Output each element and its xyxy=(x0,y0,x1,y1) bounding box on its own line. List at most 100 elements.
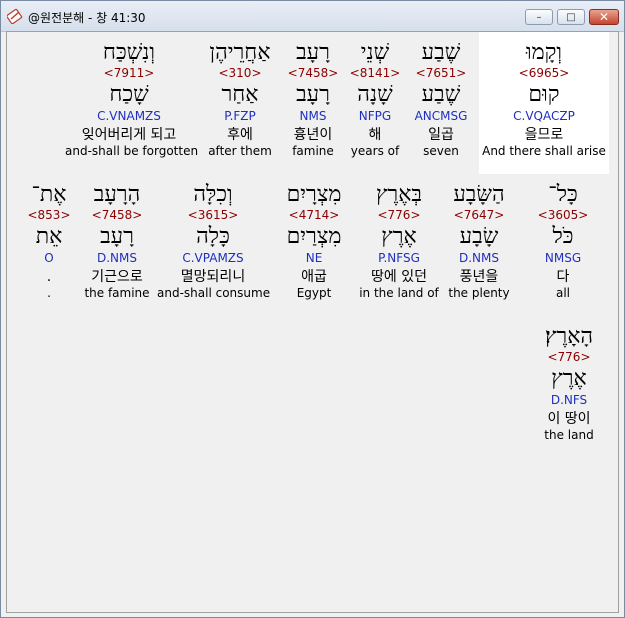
maximize-button[interactable]: □ xyxy=(557,9,585,25)
strong-number[interactable]: <7647> xyxy=(443,208,515,224)
lemma: אַחַר xyxy=(221,82,259,107)
word-cell[interactable]: שְׁנֵי <8141> שָׁנָה NFPG 해 years of xyxy=(345,32,405,174)
english-gloss: years of xyxy=(350,144,400,158)
hebrew-word: אֶת־ xyxy=(31,182,67,207)
interlinear-panel: וְקָמוּ <6965> קוּם C.VQACZP 을므로 And the… xyxy=(6,31,619,613)
english-gloss: famine xyxy=(292,144,334,158)
word-cell[interactable]: הָרָעָב <7458> רָעָב D.NMS 기근으로 the fami… xyxy=(81,174,153,316)
word-cell[interactable]: הַשָּׂבָע <7647> שָׂבָע D.NMS 풍년을 the pl… xyxy=(443,174,515,316)
korean-gloss: 풍년을 xyxy=(459,269,499,285)
lemma: שָׁנָה xyxy=(357,82,393,107)
minimize-icon: – xyxy=(536,11,542,23)
minimize-button[interactable]: – xyxy=(525,9,553,25)
hebrew-word: הַשָּׂבָע xyxy=(453,182,505,207)
morphology-code[interactable]: P.FZP xyxy=(203,108,277,126)
title-bar[interactable]: @원전분해 - 창 41:30 – □ ✕ xyxy=(1,1,624,32)
lemma: רָעָב xyxy=(100,224,134,249)
english-gloss: . xyxy=(47,286,51,300)
strong-number[interactable]: <6965> xyxy=(479,66,609,82)
morphology-code[interactable]: C.VNAMZS xyxy=(65,108,193,126)
english-gloss: the land xyxy=(544,428,594,442)
morphology-code[interactable]: NE xyxy=(277,250,351,268)
strong-number[interactable]: <7458> xyxy=(81,208,153,224)
korean-gloss: 땅에 있던 xyxy=(371,269,427,285)
lemma: קוּם xyxy=(528,82,560,107)
korean-gloss: 후에 xyxy=(227,127,253,143)
hebrew-word: שֶׁבַע xyxy=(421,40,461,65)
word-cell[interactable]: שֶׁבַע <7651> שֶׁבַע ANCMSG 일곱 seven xyxy=(405,32,477,174)
lemma: אֵת xyxy=(35,224,63,249)
korean-gloss: 잊어버리게 되고 xyxy=(81,127,177,143)
hebrew-word: בְּאֶרֶץ xyxy=(375,182,423,207)
morphology-code[interactable]: C.VQACZP xyxy=(479,108,609,126)
word-cell[interactable]: וְנִשְׁכַּח <7911> שָׁכַח C.VNAMZS 잊어버리게… xyxy=(65,32,199,174)
morphology-code[interactable]: NMS xyxy=(281,108,345,126)
strong-number[interactable]: <8141> xyxy=(345,66,405,82)
english-gloss: the plenty xyxy=(448,286,510,300)
lemma: אֶרֶץ xyxy=(381,224,417,249)
word-cell[interactable]: וְכִלָּה <3615> כָּלָה C.VPAMZS 멸망되리니 an… xyxy=(157,174,270,316)
hebrew-word: הָרָעָב xyxy=(93,182,141,207)
morphology-code[interactable]: D.NMS xyxy=(443,250,515,268)
lemma: אֶרֶץ xyxy=(551,366,587,391)
hebrew-word: וְנִשְׁכַּח xyxy=(102,40,156,65)
word-cell[interactable]: הָאָרֶץ׃ <776> אֶרֶץ D.NFS 이 땅이 the land xyxy=(529,316,609,458)
lemma: כָּלָה xyxy=(196,224,230,249)
morphology-code[interactable]: P.NFSG xyxy=(357,250,441,268)
strong-number[interactable]: <776> xyxy=(357,208,441,224)
strong-number[interactable]: <853> xyxy=(21,208,77,224)
strong-number[interactable]: <776> xyxy=(529,350,609,366)
english-gloss: Egypt xyxy=(296,286,332,300)
korean-gloss: 일곱 xyxy=(428,127,454,143)
strong-number[interactable]: <4714> xyxy=(277,208,351,224)
morphology-code[interactable]: C.VPAMZS xyxy=(157,250,269,268)
morphology-code[interactable]: D.NFS xyxy=(529,392,609,410)
word-cell[interactable]: כָּל־ <3605> כֹּל NMSG 다 all xyxy=(527,174,599,316)
hebrew-word: וְקָמוּ xyxy=(525,40,563,65)
hebrew-word: כָּל־ xyxy=(548,182,578,207)
word-cell[interactable]: רָעָב <7458> רָעָב NMS 흉년이 famine xyxy=(281,32,345,174)
english-gloss: and-shall be forgotten xyxy=(65,144,199,158)
lemma: רָעָב xyxy=(296,82,330,107)
maximize-icon: □ xyxy=(566,11,576,23)
word-cell[interactable]: בְּאֶרֶץ <776> אֶרֶץ P.NFSG 땅에 있던 in the… xyxy=(357,174,441,316)
lemma: שָׁכַח xyxy=(109,82,149,107)
lemma: שָׂבָע xyxy=(459,224,499,249)
strong-number[interactable]: <7458> xyxy=(281,66,345,82)
korean-gloss: 다 xyxy=(556,269,570,285)
strong-number[interactable]: <3605> xyxy=(527,208,599,224)
morphology-code[interactable]: D.NMS xyxy=(81,250,153,268)
korean-gloss: 멸망되리니 xyxy=(180,269,246,285)
hebrew-word: הָאָרֶץ׃ xyxy=(544,324,594,349)
morphology-code[interactable]: NFPG xyxy=(345,108,405,126)
english-gloss: in the land of xyxy=(359,286,439,300)
korean-gloss: 흉년이 xyxy=(293,127,333,143)
lemma: מִצְרַיִם xyxy=(286,224,342,249)
hebrew-word: מִצְרָיִם xyxy=(286,182,342,207)
word-cell[interactable]: מִצְרָיִם <4714> מִצְרַיִם NE 애굽 Egypt xyxy=(277,174,351,316)
hebrew-word: אַחֲרֵיהֶן xyxy=(209,40,271,65)
close-icon: ✕ xyxy=(598,10,610,24)
window-title: @원전분해 - 창 41:30 xyxy=(28,11,146,25)
strong-number[interactable]: <7911> xyxy=(65,66,193,82)
word-cell-selected[interactable]: וְקָמוּ <6965> קוּם C.VQACZP 을므로 And the… xyxy=(479,32,609,174)
english-gloss: after them xyxy=(208,144,272,158)
korean-gloss: . xyxy=(46,269,52,285)
korean-gloss: 기근으로 xyxy=(91,269,143,285)
word-cell[interactable]: אַחֲרֵיהֶן <310> אַחַר P.FZP 후에 after th… xyxy=(203,32,277,174)
close-button[interactable]: ✕ xyxy=(589,9,619,25)
korean-gloss: 을므로 xyxy=(524,127,564,143)
hebrew-word: שְׁנֵי xyxy=(360,40,390,65)
strong-number[interactable]: <3615> xyxy=(157,208,269,224)
main-window: @원전분해 - 창 41:30 – □ ✕ וְקָמוּ <6965> קוּ… xyxy=(0,0,625,618)
word-cell[interactable]: אֶת־ <853> אֵת O . . xyxy=(21,174,77,316)
english-gloss: And there shall arise xyxy=(482,144,606,158)
strong-number[interactable]: <310> xyxy=(203,66,277,82)
strong-number[interactable]: <7651> xyxy=(405,66,477,82)
lemma: שֶׁבַע xyxy=(421,82,461,107)
morphology-code[interactable]: O xyxy=(21,250,77,268)
morphology-code[interactable]: ANCMSG xyxy=(405,108,477,126)
english-gloss: all xyxy=(555,286,571,300)
app-icon xyxy=(7,8,23,24)
morphology-code[interactable]: NMSG xyxy=(527,250,599,268)
